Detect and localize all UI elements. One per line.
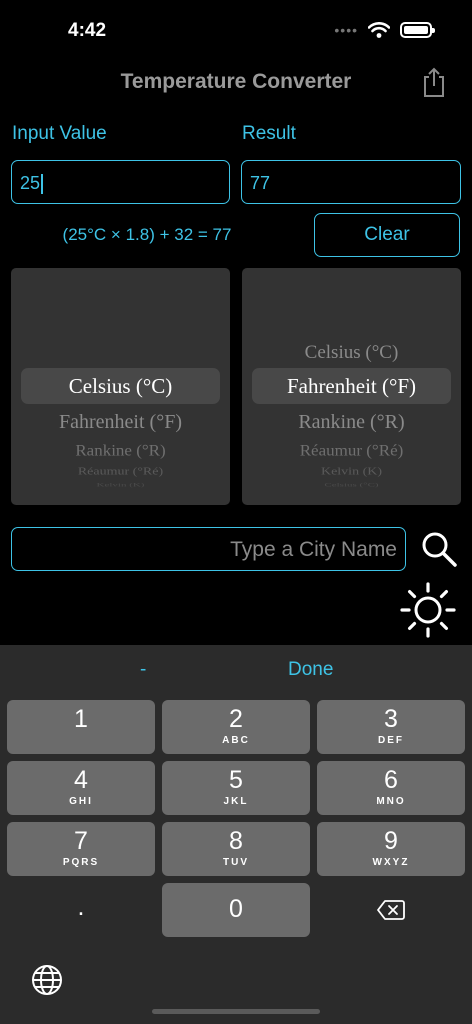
key-2[interactable]: 2 ABC bbox=[162, 700, 310, 754]
result-field[interactable]: 77 bbox=[241, 160, 461, 204]
share-icon[interactable] bbox=[420, 66, 448, 98]
key-5[interactable]: 5 JKL bbox=[162, 761, 310, 815]
picker-row[interactable]: Fahrenheit (°F) bbox=[11, 411, 230, 434]
search-icon[interactable] bbox=[420, 530, 458, 568]
picker-row[interactable]: Rankine (°R) bbox=[242, 411, 461, 434]
key-4[interactable]: 4 GHI bbox=[7, 761, 155, 815]
key-3[interactable]: 3 DEF bbox=[317, 700, 465, 754]
battery-icon bbox=[400, 22, 435, 38]
picker-row[interactable]: Kelvin (K) bbox=[11, 482, 230, 487]
input-value-field[interactable]: 25 bbox=[11, 160, 230, 204]
key-8[interactable]: 8 TUV bbox=[162, 822, 310, 876]
backspace-icon bbox=[377, 900, 405, 920]
text-caret bbox=[41, 174, 44, 195]
result-label: Result bbox=[242, 123, 296, 144]
picker-row[interactable]: Réaumur (°Ré) bbox=[242, 442, 461, 460]
status-time: 4:42 bbox=[68, 20, 107, 41]
key-7[interactable]: 7 PQRS bbox=[7, 822, 155, 876]
to-unit-picker[interactable]: Celsius (°C) Fahrenheit (°F) Rankine (°R… bbox=[242, 268, 461, 505]
keyboard-toolbar: - Done bbox=[0, 645, 472, 691]
key-6[interactable]: 6 MNO bbox=[317, 761, 465, 815]
picker-row[interactable]: Celsius (°C) bbox=[242, 342, 461, 364]
picker-row[interactable]: Réaumur (°Ré) bbox=[11, 466, 230, 478]
key-0[interactable]: 0 bbox=[162, 883, 310, 937]
input-label: Input Value bbox=[12, 123, 107, 144]
numeric-keyboard: - Done 1 2 ABC 3 DEF 4 GHI 5 JKL 6 MNO 7 PQRS … bbox=[0, 645, 472, 1024]
picker-row[interactable]: Kelvin (K) bbox=[242, 466, 461, 478]
clear-button[interactable]: Clear bbox=[314, 213, 460, 257]
wifi-icon bbox=[368, 22, 390, 38]
picker-row[interactable]: Celsius (°C) bbox=[242, 482, 461, 487]
key-dot[interactable]: . bbox=[7, 883, 155, 937]
signal-icon: •••• bbox=[334, 22, 358, 38]
picker-row-selected[interactable]: Celsius (°C) bbox=[11, 374, 230, 399]
minus-button[interactable]: - bbox=[140, 659, 146, 681]
from-unit-picker[interactable]: Celsius (°C) Fahrenheit (°F) Rankine (°R… bbox=[11, 268, 230, 505]
done-button[interactable]: Done bbox=[288, 659, 333, 681]
key-9[interactable]: 9 WXYZ bbox=[317, 822, 465, 876]
picker-row-selected[interactable]: Fahrenheit (°F) bbox=[242, 374, 461, 399]
picker-row[interactable]: Rankine (°R) bbox=[11, 442, 230, 460]
key-1[interactable]: 1 bbox=[7, 700, 155, 754]
formula-text: (25°C × 1.8) + 32 = 77 bbox=[62, 225, 232, 244]
status-indicators: •••• bbox=[334, 22, 435, 38]
city-input-placeholder: Type a City Name bbox=[230, 538, 397, 561]
delete-key[interactable] bbox=[317, 883, 465, 937]
home-indicator bbox=[152, 1009, 320, 1014]
city-name-input[interactable]: Type a City Name bbox=[11, 527, 406, 571]
nav-title: Temperature Converter bbox=[120, 70, 352, 93]
sun-icon[interactable] bbox=[398, 580, 458, 640]
globe-icon[interactable] bbox=[31, 964, 63, 996]
